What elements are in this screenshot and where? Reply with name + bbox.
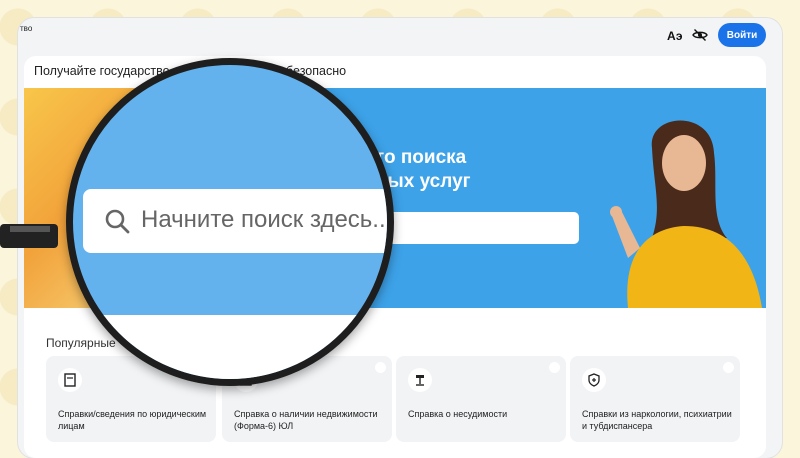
service-card[interactable]: Справки из наркологии, психиатрии и тубд…: [570, 356, 740, 442]
shield-plus-icon: [582, 368, 606, 392]
service-label: Справки из наркологии, психиатрии и тубд…: [582, 409, 732, 431]
magnifier-lens: Начните поиск здесь...: [66, 58, 394, 386]
site-name: тво: [20, 24, 33, 33]
magnified-page-area: [73, 315, 387, 379]
woman-pointing-image: [610, 120, 762, 308]
gavel-icon: [408, 368, 432, 392]
magnifier-handle: [0, 224, 58, 248]
magnified-search-box[interactable]: Начните поиск здесь...: [83, 189, 393, 253]
badge-icon: [549, 362, 560, 373]
top-bar: тво Аэ Войти: [18, 18, 782, 56]
service-label: Справки/сведения по юридическим лицам: [58, 409, 207, 431]
search-placeholder: Начните поиск здесь...: [141, 206, 393, 233]
eye-hidden-icon[interactable]: [692, 27, 708, 43]
search-icon: [105, 209, 130, 234]
language-icon[interactable]: Аэ: [667, 29, 682, 43]
service-card[interactable]: Справка о несудимости: [396, 356, 566, 442]
login-button[interactable]: Войти: [718, 23, 766, 47]
badge-icon: [723, 362, 734, 373]
service-label: Справка о несудимости: [408, 409, 508, 419]
service-label: Справка о наличии недвижимости (Форма-6)…: [234, 409, 378, 431]
intro-text-left: Получайте государство: [34, 64, 170, 78]
